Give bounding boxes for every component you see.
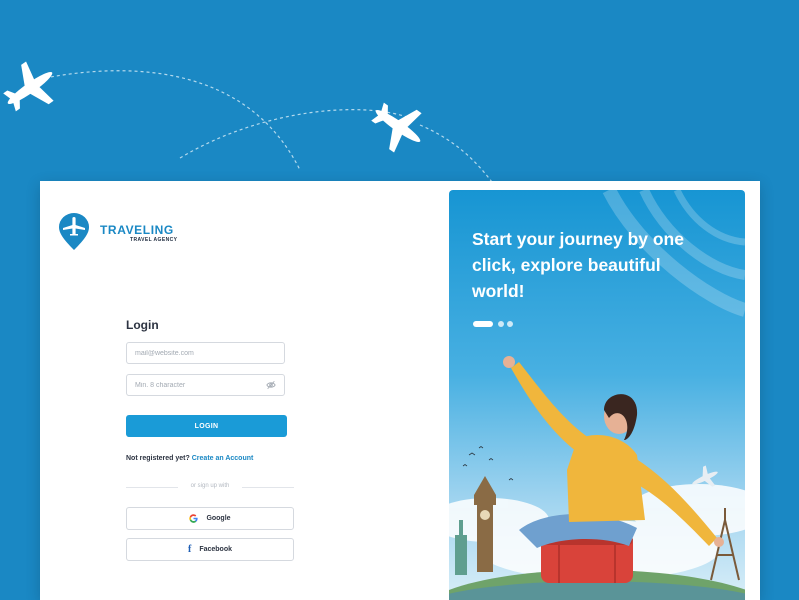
brand-logo-icon (59, 213, 89, 250)
register-question: Not registered yet? (126, 455, 190, 462)
create-account-link[interactable]: Create an Account (192, 455, 254, 462)
register-prompt: Not registered yet? Create an Account (126, 455, 253, 462)
facebook-label: Facebook (199, 546, 233, 553)
brand-name: TRAVELING (100, 223, 174, 237)
login-card: TRAVELING TRAVEL AGENCY Login LOGIN Not … (40, 181, 760, 600)
hero-headline: Start your journey by one click, explore… (472, 229, 684, 301)
google-label: Google (206, 515, 231, 522)
brand-subtitle: TRAVEL AGENCY (130, 237, 178, 243)
big-ben-icon (474, 476, 496, 572)
eye-off-icon[interactable] (266, 380, 276, 390)
airplane-icon (3, 61, 54, 112)
divider-text: or sign up with (190, 483, 230, 489)
hero-panel: Start your journey by one click, explore… (449, 190, 745, 600)
carousel-dot[interactable] (507, 321, 513, 327)
form-title: Login (126, 318, 159, 332)
facebook-icon: f (187, 544, 192, 555)
carousel-dot[interactable] (498, 321, 504, 327)
facebook-signin-button[interactable]: f Facebook (126, 538, 294, 561)
divider-line (242, 487, 294, 488)
brand: TRAVELING TRAVEL AGENCY (58, 213, 258, 253)
airplane-icon (371, 102, 422, 153)
password-input[interactable] (126, 374, 285, 396)
google-icon (189, 514, 199, 523)
email-input[interactable] (126, 342, 285, 364)
login-button[interactable]: LOGIN (126, 415, 287, 437)
sign-up-divider: or sign up with (126, 483, 294, 493)
carousel-dot-active[interactable] (473, 321, 493, 327)
google-signin-button[interactable]: Google (126, 507, 294, 530)
